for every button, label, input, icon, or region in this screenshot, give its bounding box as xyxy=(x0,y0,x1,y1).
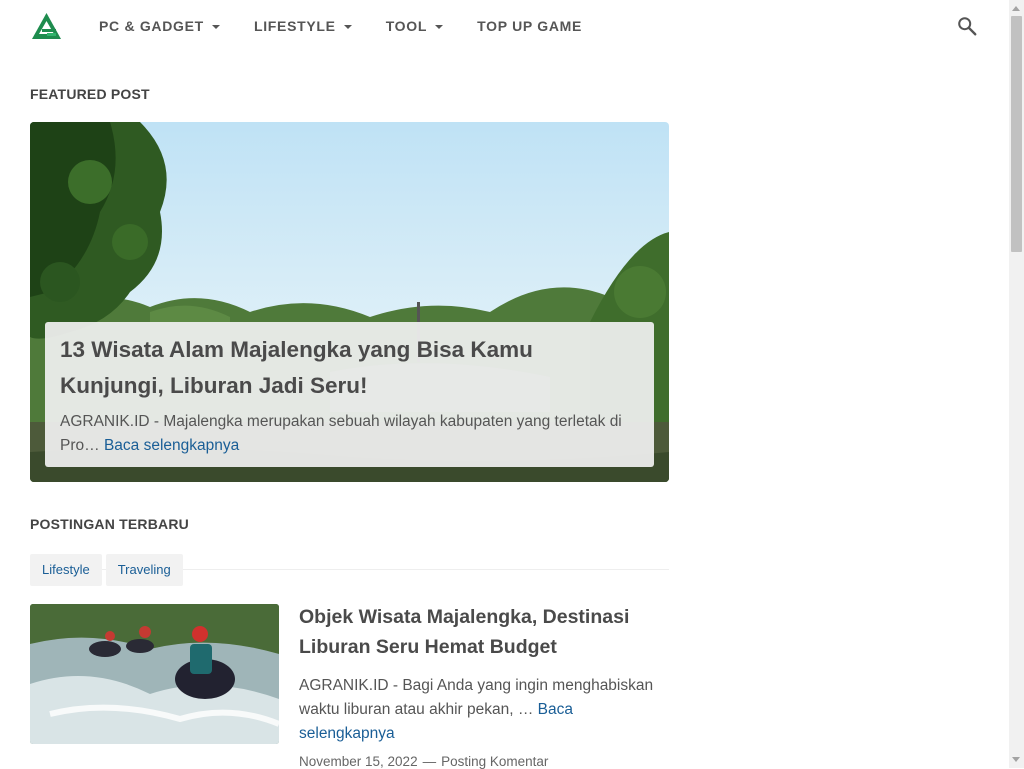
search-icon[interactable] xyxy=(956,15,978,37)
post-snippet: AGRANIK.ID - Bagi Anda yang ingin mengha… xyxy=(299,674,669,746)
nav-item-tool[interactable]: TOOL xyxy=(385,18,444,34)
scroll-down-arrow-icon[interactable] xyxy=(1012,757,1020,762)
site-header: PC & GADGET LIFESTYLE TOOL TOP UP GAME xyxy=(0,0,1009,52)
main-nav: PC & GADGET LIFESTYLE TOOL TOP UP GAME xyxy=(99,0,616,52)
featured-snippet: AGRANIK.ID - Majalengka merupakan sebuah… xyxy=(60,410,639,458)
post-thumbnail-image xyxy=(30,604,279,744)
scroll-up-arrow-icon[interactable] xyxy=(1012,6,1020,11)
post-comment-link[interactable]: Posting Komentar xyxy=(441,754,548,769)
chevron-down-icon xyxy=(211,24,220,29)
featured-title[interactable]: 13 Wisata Alam Majalengka yang Bisa Kamu… xyxy=(60,332,639,404)
chevron-down-icon xyxy=(343,24,352,29)
scrollbar[interactable] xyxy=(1009,0,1024,768)
nav-item-label: TOP UP GAME xyxy=(477,18,583,34)
chevron-down-icon xyxy=(435,24,444,29)
tag-lifestyle[interactable]: Lifestyle xyxy=(30,554,102,586)
featured-read-more-link[interactable]: Baca selengkapnya xyxy=(104,437,239,454)
post-meta: November 15, 2022 — Posting Komentar xyxy=(299,754,669,769)
post-date: November 15, 2022 xyxy=(299,754,418,769)
nav-item-label: TOOL xyxy=(385,18,428,34)
nav-item-label: LIFESTYLE xyxy=(253,18,336,34)
post-title[interactable]: Objek Wisata Majalengka, Destinasi Libur… xyxy=(299,602,669,662)
scrollbar-thumb[interactable] xyxy=(1011,16,1022,252)
logo-icon[interactable] xyxy=(31,12,62,40)
nav-item-label: PC & GADGET xyxy=(99,18,204,34)
tag-list: Lifestyle Traveling xyxy=(30,554,669,586)
post-body: Objek Wisata Majalengka, Destinasi Libur… xyxy=(299,602,669,769)
post-thumbnail[interactable] xyxy=(30,604,279,744)
meta-separator: — xyxy=(422,754,437,769)
post-snippet-text: AGRANIK.ID - Bagi Anda yang ingin mengha… xyxy=(299,677,654,718)
featured-heading: FEATURED POST xyxy=(30,86,150,102)
nav-item-lifestyle[interactable]: LIFESTYLE xyxy=(254,18,352,34)
featured-post[interactable]: 13 Wisata Alam Majalengka yang Bisa Kamu… xyxy=(30,122,669,482)
featured-card: 13 Wisata Alam Majalengka yang Bisa Kamu… xyxy=(45,322,654,467)
latest-heading: POSTINGAN TERBARU xyxy=(30,516,189,532)
tag-traveling[interactable]: Traveling xyxy=(105,554,183,586)
nav-item-pc-gadget[interactable]: PC & GADGET xyxy=(99,18,220,34)
nav-item-top-up-game[interactable]: TOP UP GAME xyxy=(477,18,582,34)
